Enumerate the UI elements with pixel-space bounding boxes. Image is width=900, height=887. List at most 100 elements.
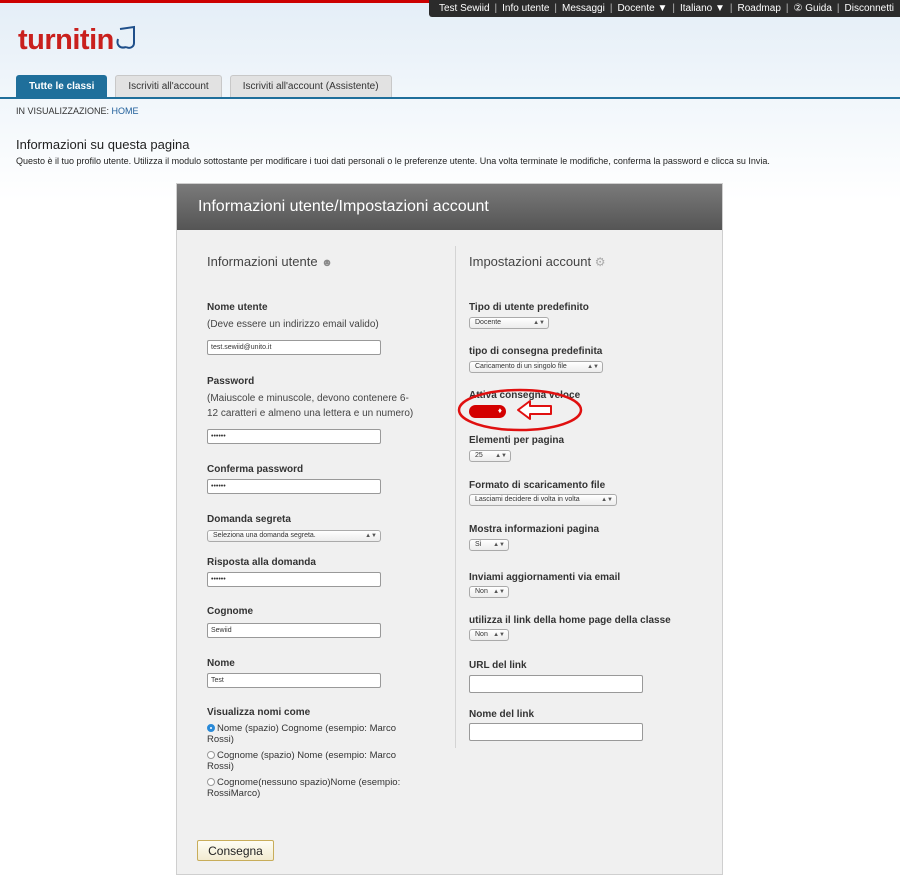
password-hint: (Maiuscole e minuscole, devono contenere… — [207, 393, 414, 419]
items-per-page-select[interactable]: 25 ▲▼ — [469, 450, 511, 462]
breadcrumb-prefix: IN VISUALIZZAZIONE: — [16, 106, 112, 116]
link-name-label: Nome del link — [469, 709, 535, 720]
page-info-title: Informazioni su questa pagina — [16, 137, 190, 152]
username-hint: (Deve essere un indirizzo email valido) — [207, 319, 379, 330]
email-updates-select[interactable]: Non ▲▼ — [469, 586, 509, 598]
tab-underline — [0, 97, 900, 99]
topnav-role-menu[interactable]: Docente ▼ — [617, 3, 667, 14]
topnav-messages[interactable]: Messaggi — [562, 3, 605, 14]
breadcrumb: IN VISUALIZZAZIONE: HOME — [16, 106, 139, 116]
display-option-label: Nome (spazio) Cognome (esempio: Marco Ro… — [207, 723, 396, 745]
secret-question-select[interactable]: Seleziona una domanda segreta. ▲▼ — [207, 530, 381, 542]
submission-type-select[interactable]: Caricamento di un singolo file ▲▼ — [469, 361, 603, 373]
separator: | — [494, 3, 498, 14]
display-option-3[interactable]: Cognome(nessuno spazio)Nome (esempio: Ro… — [207, 777, 407, 799]
display-option-label: Cognome(nessuno spazio)Nome (esempio: Ro… — [207, 777, 401, 799]
tab-join-account-assistant[interactable]: Iscriviti all'account (Assistente) — [229, 75, 392, 97]
select-arrows-icon: ▲▼ — [493, 589, 505, 595]
separator: | — [836, 3, 840, 14]
separator: | — [785, 3, 789, 14]
display-names-label: Visualizza nomi come — [207, 707, 311, 718]
link-url-field[interactable] — [469, 675, 643, 693]
download-format-label: Formato di scaricamento file — [469, 480, 606, 491]
email-updates-label: Inviami aggiornamenti via email — [469, 572, 621, 583]
select-arrows-icon: ▲▼ — [493, 632, 505, 638]
name-label: Nome — [207, 658, 235, 669]
link-name-field[interactable] — [469, 723, 643, 741]
password-field[interactable]: •••••• — [207, 429, 381, 444]
column-divider — [455, 246, 456, 748]
radio-icon[interactable] — [207, 751, 215, 759]
toggle-knob-icon: ♦ — [497, 406, 502, 415]
user-icon: ☻ — [321, 257, 333, 269]
select-arrows-icon: ▲▼ — [533, 320, 545, 326]
radio-icon[interactable] — [207, 778, 215, 786]
items-per-page-label: Elementi per pagina — [469, 435, 565, 446]
link-url-label: URL del link — [469, 660, 527, 671]
select-arrows-icon: ▲▼ — [493, 542, 505, 548]
confirm-password-label: Conferma password — [207, 464, 304, 475]
display-option-label: Cognome (spazio) Nome (esempio: Marco Ro… — [207, 750, 396, 772]
user-type-select[interactable]: Docente ▲▼ — [469, 317, 549, 329]
tab-all-classes[interactable]: Tutte le classi — [16, 75, 108, 97]
radio-checked-icon[interactable] — [207, 724, 215, 732]
section-title-text: Impostazioni account — [469, 254, 592, 269]
show-info-select[interactable]: Sì ▲▼ — [469, 539, 509, 551]
section-title-account-settings: Impostazioni account ⚙ — [469, 254, 606, 269]
password-label: Password — [207, 376, 255, 387]
show-info-label: Mostra informazioni pagina — [469, 524, 600, 535]
topnav-user-info[interactable]: Info utente — [502, 3, 549, 14]
breadcrumb-home-link[interactable]: HOME — [112, 106, 139, 116]
topnav-roadmap[interactable]: Roadmap — [738, 3, 781, 14]
surname-label: Cognome — [207, 606, 254, 617]
top-navigation: Test Sewiid | Info utente | Messaggi | D… — [428, 0, 900, 17]
topnav-user[interactable]: Test Sewiid — [439, 3, 490, 14]
tab-bar: Tutte le classi Iscriviti all'account Is… — [16, 75, 392, 97]
gear-icon: ⚙ — [594, 255, 606, 269]
account-panel: Informazioni utente/Impostazioni account… — [176, 183, 723, 875]
topnav-logout[interactable]: Disconnetti — [845, 3, 894, 14]
section-title-user-info: Informazioni utente ☻ — [207, 254, 333, 269]
surname-field[interactable]: Sewiid — [207, 623, 381, 638]
section-title-text: Informazioni utente — [207, 254, 318, 269]
secret-question-value: Seleziona una domanda segreta. — [213, 532, 316, 539]
secret-question-label: Domanda segreta — [207, 514, 291, 525]
quick-submit-toggle[interactable]: ♦ — [469, 405, 506, 418]
submission-type-value: Caricamento di un singolo file — [475, 363, 567, 370]
separator: | — [729, 3, 733, 14]
page-info-description: Questo è il tuo profilo utente. Utilizza… — [16, 156, 770, 166]
select-arrows-icon: ▲▼ — [365, 533, 377, 539]
answer-label: Risposta alla domanda — [207, 557, 316, 568]
separator: | — [609, 3, 613, 14]
display-option-1[interactable]: Nome (spazio) Cognome (esempio: Marco Ro… — [207, 723, 407, 745]
topnav-help[interactable]: ② Guida — [793, 3, 831, 14]
display-option-2[interactable]: Cognome (spazio) Nome (esempio: Marco Ro… — [207, 750, 407, 772]
select-arrows-icon: ▲▼ — [601, 497, 613, 503]
select-arrows-icon: ▲▼ — [495, 453, 507, 459]
email-updates-value: Non — [475, 588, 488, 595]
answer-field[interactable]: •••••• — [207, 572, 381, 587]
homepage-link-select[interactable]: Non ▲▼ — [469, 629, 509, 641]
username-label: Nome utente — [207, 302, 268, 313]
user-type-label: Tipo di utente predefinito — [469, 302, 589, 313]
confirm-password-field[interactable]: •••••• — [207, 479, 381, 494]
download-format-select[interactable]: Lasciami decidere di volta in volta ▲▼ — [469, 494, 617, 506]
download-format-value: Lasciami decidere di volta in volta — [475, 496, 580, 503]
username-field[interactable]: test.sewiid@unito.it — [207, 340, 381, 355]
quick-submit-label: Attiva consegna veloce — [469, 390, 581, 401]
turnitin-logo[interactable]: turnitin — [18, 24, 140, 57]
show-info-value: Sì — [475, 541, 482, 548]
separator: | — [554, 3, 558, 14]
logo-mark-icon — [114, 25, 140, 56]
homepage-link-value: Non — [475, 631, 488, 638]
select-arrows-icon: ▲▼ — [587, 364, 599, 370]
user-type-value: Docente — [475, 319, 502, 326]
tab-join-account[interactable]: Iscriviti all'account — [115, 75, 222, 97]
homepage-link-label: utilizza il link della home page della c… — [469, 615, 671, 626]
submission-type-label: tipo di consegna predefinita — [469, 346, 603, 357]
name-field[interactable]: Test — [207, 673, 381, 688]
submit-button[interactable]: Consegna — [197, 840, 274, 861]
topnav-language-menu[interactable]: Italiano ▼ — [680, 3, 725, 14]
items-per-page-value: 25 — [475, 452, 483, 459]
logo-text: turnitin — [18, 24, 114, 56]
